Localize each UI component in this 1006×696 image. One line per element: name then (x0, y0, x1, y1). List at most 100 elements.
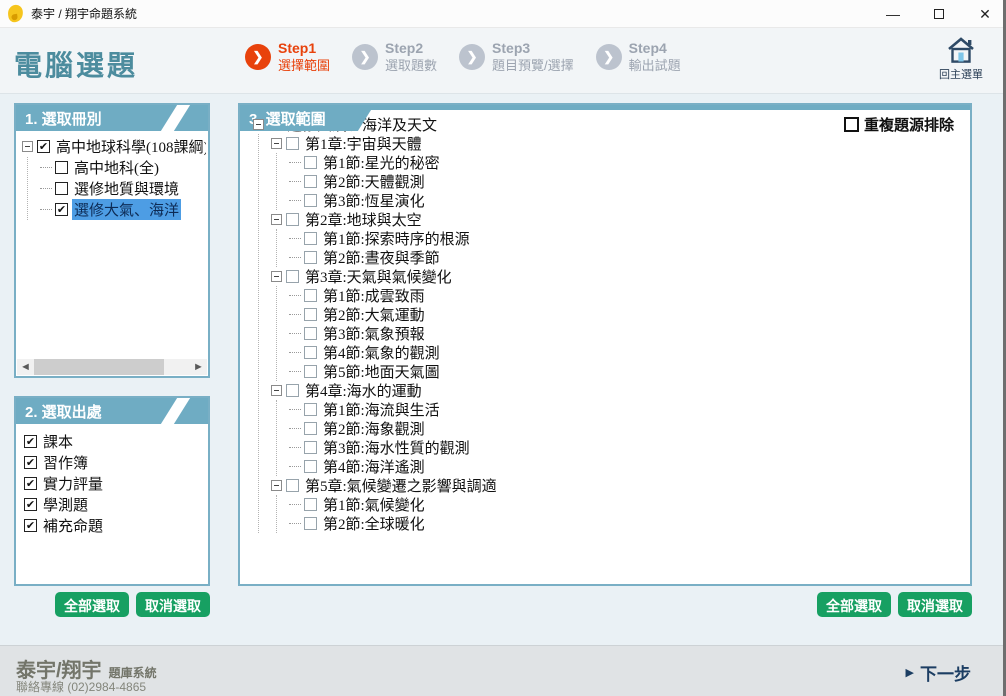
checkbox[interactable] (55, 182, 68, 195)
section-label[interactable]: 第2節:大氣運動 (321, 305, 427, 324)
horizontal-scrollbar[interactable]: ◄ ► (17, 359, 207, 375)
maximize-button[interactable] (931, 6, 947, 22)
source-item-label[interactable]: 課本 (41, 431, 75, 452)
chapter-label[interactable]: 第2章:地球與太空 (303, 210, 424, 229)
deselect-button-left[interactable]: 取消選取 (136, 592, 210, 617)
checkbox[interactable] (286, 384, 299, 397)
source-item[interactable]: ✔學測題 (24, 494, 206, 515)
expander-minus-icon[interactable] (271, 138, 282, 149)
checkbox[interactable] (304, 156, 317, 169)
checkbox[interactable] (286, 137, 299, 150)
checkbox[interactable] (304, 422, 317, 435)
checkbox[interactable] (304, 232, 317, 245)
section-label[interactable]: 第3節:氣象預報 (321, 324, 427, 343)
chapter-label[interactable]: 第4章:海水的運動 (303, 381, 424, 400)
source-item[interactable]: ✔ 補充命題 (24, 515, 206, 536)
checkbox[interactable] (286, 213, 299, 226)
section-label[interactable]: 第1節:星光的秘密 (321, 153, 442, 172)
expander-minus-icon[interactable] (22, 141, 33, 152)
section-item[interactable]: 第4節:海洋遙測 (289, 457, 968, 476)
checkbox[interactable]: ✔ (24, 498, 37, 511)
source-item[interactable]: ✔ 實力評量 (24, 473, 206, 494)
section-item[interactable]: 第2節:晝夜與季節 (289, 248, 968, 267)
book-item-label[interactable]: 選修地質與環境 (72, 178, 181, 199)
checkbox[interactable] (304, 346, 317, 359)
checkbox[interactable] (304, 194, 317, 207)
checkbox[interactable] (304, 308, 317, 321)
source-item-label[interactable]: 實力評量 (41, 473, 105, 494)
checkbox[interactable]: ✔ (37, 140, 50, 153)
checkbox[interactable] (304, 327, 317, 340)
section-item[interactable]: 第4節:氣象的觀測 (289, 343, 968, 362)
source-item-label[interactable]: 補充命題 (41, 515, 105, 536)
checkbox[interactable] (304, 175, 317, 188)
next-step-button[interactable]: ▶ 下一步 (906, 660, 971, 685)
section-item[interactable]: 第1節:海流與生活 (289, 400, 968, 419)
section-item[interactable]: 第2節:全球暖化 (289, 514, 968, 533)
checkbox[interactable] (304, 403, 317, 416)
section-label[interactable]: 第3節:海水性質的觀測 (321, 438, 472, 457)
section-item[interactable]: 第2節:天體觀測 (289, 172, 968, 191)
checkbox[interactable]: ✔ (24, 477, 37, 490)
book-item-label[interactable]: 高中地科(全) (72, 157, 161, 178)
chapter-label[interactable]: 第5章:氣候變遷之影響與調適 (303, 476, 499, 495)
expander-minus-icon[interactable] (271, 385, 282, 396)
select-all-button-left[interactable]: 全部選取 (55, 592, 129, 617)
expander-minus-icon[interactable] (271, 214, 282, 225)
deselect-button-right[interactable]: 取消選取 (898, 592, 972, 617)
section-label[interactable]: 第1節:成雲致雨 (321, 286, 427, 305)
chapter-item[interactable]: 第3章:天氣與氣候變化 (271, 267, 968, 286)
checkbox[interactable] (55, 161, 68, 174)
section-item[interactable]: 第1節:探索時序的根源 (289, 229, 968, 248)
checkbox[interactable]: ✔ (24, 435, 37, 448)
book-item-label[interactable]: 選修大氣、海洋 (72, 199, 181, 220)
chapter-item[interactable]: 第4章:海水的運動 (271, 381, 968, 400)
section-item[interactable]: 第3節:氣象預報 (289, 324, 968, 343)
select-all-button-right[interactable]: 全部選取 (817, 592, 891, 617)
checkbox[interactable] (304, 365, 317, 378)
source-item[interactable]: ✔ 習作簿 (24, 452, 206, 473)
book-item[interactable]: ✔選修大氣、海洋 (40, 199, 206, 220)
close-button[interactable]: ✕ (977, 6, 993, 22)
checkbox[interactable] (304, 251, 317, 264)
section-item[interactable]: 第2節:海象觀測 (289, 419, 968, 438)
section-label[interactable]: 第5節:地面天氣圖 (321, 362, 442, 381)
section-item[interactable]: 第1節:星光的秘密 (289, 153, 968, 172)
minimize-button[interactable]: — (885, 6, 901, 22)
section-item[interactable]: 第3節:恆星演化 (289, 191, 968, 210)
checkbox[interactable]: ✔ (24, 456, 37, 469)
section-label[interactable]: 第2節:全球暖化 (321, 514, 427, 533)
dedupe-checkbox-row[interactable]: 重複題源排除 (844, 114, 954, 135)
checkbox[interactable] (304, 498, 317, 511)
expander-minus-icon[interactable] (253, 119, 264, 130)
scroll-right-icon[interactable]: ► (190, 359, 207, 375)
dedupe-checkbox[interactable] (844, 117, 859, 132)
source-item-label[interactable]: 習作簿 (41, 452, 90, 473)
book-root-item[interactable]: ✔ 高中地球科學(108課綱) (22, 136, 206, 157)
chapter-label[interactable]: 第3章:天氣與氣候變化 (303, 267, 454, 286)
section-item[interactable]: 第1節:成雲致雨 (289, 286, 968, 305)
checkbox[interactable]: ✔ (24, 519, 37, 532)
scroll-left-icon[interactable]: ◄ (17, 359, 34, 375)
scrollbar-thumb[interactable] (34, 359, 164, 375)
checkbox[interactable] (304, 517, 317, 530)
book-root-label[interactable]: 高中地球科學(108課綱) (54, 136, 206, 157)
checkbox[interactable] (304, 460, 317, 473)
checkbox[interactable] (304, 441, 317, 454)
chapter-item[interactable]: 第1章:宇宙與天體 (271, 134, 968, 153)
section-label[interactable]: 第2節:天體觀測 (321, 172, 427, 191)
book-item[interactable]: 選修地質與環境 (40, 178, 206, 199)
chapter-item[interactable]: 第2章:地球與太空 (271, 210, 968, 229)
source-item[interactable]: ✔ 課本 (24, 431, 206, 452)
expander-minus-icon[interactable] (271, 480, 282, 491)
section-label[interactable]: 第3節:恆星演化 (321, 191, 427, 210)
checkbox[interactable] (286, 270, 299, 283)
section-item[interactable]: 第5節:地面天氣圖 (289, 362, 968, 381)
section-label[interactable]: 第4節:氣象的觀測 (321, 343, 442, 362)
section-label[interactable]: 第4節:海洋遙測 (321, 457, 427, 476)
home-button[interactable]: 回主選單 (931, 36, 991, 82)
section-item[interactable]: 第3節:海水性質的觀測 (289, 438, 968, 457)
checkbox[interactable] (304, 289, 317, 302)
section-label[interactable]: 第2節:海象觀測 (321, 419, 427, 438)
section-item[interactable]: 第2節:大氣運動 (289, 305, 968, 324)
